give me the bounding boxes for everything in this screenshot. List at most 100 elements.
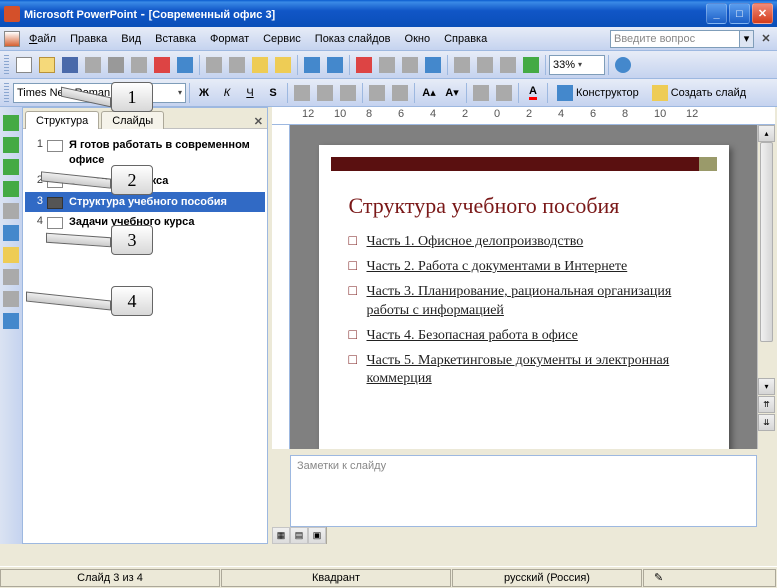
slide-number: 4 xyxy=(27,215,43,227)
scroll-down-button[interactable]: ▾ xyxy=(758,378,775,395)
bullets-button[interactable] xyxy=(389,82,411,104)
spelling-button[interactable] xyxy=(151,54,173,76)
statusbar: Слайд 3 из 4 Квадрант русский (Россия) ✎ xyxy=(0,566,777,588)
numbering-button[interactable] xyxy=(366,82,388,104)
menu-edit[interactable]: Правка xyxy=(63,31,114,47)
collapse-icon[interactable] xyxy=(3,203,19,219)
callout-2: 2 xyxy=(111,165,153,195)
callout-4: 4 xyxy=(111,286,153,316)
align-right-button[interactable] xyxy=(337,82,359,104)
undo-button[interactable] xyxy=(301,54,323,76)
slideshow-view-button[interactable]: ▣ xyxy=(308,527,326,544)
normal-view-button[interactable]: ▦ xyxy=(272,527,290,544)
minimize-button[interactable]: _ xyxy=(706,3,727,24)
slide-canvas[interactable]: Структура учебного пособия Часть 1. Офис… xyxy=(290,125,757,449)
slide[interactable]: Структура учебного пособия Часть 1. Офис… xyxy=(319,145,729,449)
menu-help[interactable]: Справка xyxy=(437,31,494,47)
tab-slides[interactable]: Слайды xyxy=(101,111,164,129)
move-down-icon[interactable] xyxy=(3,181,19,197)
increase-font-button[interactable]: A▴ xyxy=(418,82,440,104)
align-center-button[interactable] xyxy=(314,82,336,104)
slide-title[interactable]: Структура учебного пособия xyxy=(349,193,699,219)
bullet-item[interactable]: Часть 1. Офисное делопроизводство xyxy=(349,233,699,251)
bullet-item[interactable]: Часть 2. Работа с документами в Интернет… xyxy=(349,258,699,276)
research-button[interactable] xyxy=(174,54,196,76)
grid-button[interactable] xyxy=(497,54,519,76)
show-formatting-button[interactable] xyxy=(474,54,496,76)
font-color-button[interactable]: A xyxy=(522,82,544,104)
underline-button[interactable]: Ч xyxy=(239,82,261,104)
maximize-button[interactable]: □ xyxy=(729,3,750,24)
menu-window[interactable]: Окно xyxy=(398,31,438,47)
copy-button[interactable] xyxy=(226,54,248,76)
align-left-button[interactable] xyxy=(291,82,313,104)
scroll-up-button[interactable]: ▴ xyxy=(758,125,775,142)
expand-button[interactable] xyxy=(451,54,473,76)
summary-slide-icon[interactable] xyxy=(3,291,19,307)
zoom-dropdown[interactable]: 33%▾ xyxy=(549,55,605,75)
help-button[interactable] xyxy=(612,54,634,76)
decrease-indent-button[interactable] xyxy=(470,82,492,104)
close-button[interactable]: ✕ xyxy=(752,3,773,24)
bullet-item[interactable]: Часть 4. Безопасная работа в офисе xyxy=(349,327,699,345)
open-button[interactable] xyxy=(36,54,58,76)
expand-all-icon[interactable] xyxy=(3,269,19,285)
menu-view[interactable]: Вид xyxy=(114,31,148,47)
mdi-close-button[interactable]: ✕ xyxy=(759,32,773,46)
tab-structure[interactable]: Структура xyxy=(25,111,99,129)
show-formatting-icon[interactable] xyxy=(3,313,19,329)
hyperlink-button[interactable] xyxy=(422,54,444,76)
save-button[interactable] xyxy=(59,54,81,76)
prev-slide-button[interactable]: ⇈ xyxy=(758,396,775,413)
help-search-input[interactable]: Введите вопрос xyxy=(610,30,740,48)
help-search-dropdown[interactable]: ▾ xyxy=(740,30,754,48)
toolbar-grip[interactable] xyxy=(4,55,9,75)
cut-button[interactable] xyxy=(203,54,225,76)
bullet-item[interactable]: Часть 5. Маркетинговые документы и элект… xyxy=(349,352,699,388)
new-button[interactable] xyxy=(13,54,35,76)
move-up-icon[interactable] xyxy=(3,159,19,175)
format-painter-button[interactable] xyxy=(272,54,294,76)
menu-slideshow[interactable]: Показ слайдов xyxy=(308,31,398,47)
decrease-font-button[interactable]: A▾ xyxy=(441,82,463,104)
increase-indent-button[interactable] xyxy=(493,82,515,104)
print-button[interactable] xyxy=(105,54,127,76)
document-icon[interactable] xyxy=(4,31,20,47)
new-slide-button[interactable]: Создать слайд xyxy=(646,82,752,104)
bottom-bar: ▦ ▤ ▣ xyxy=(272,527,775,544)
notes-pane[interactable]: Заметки к слайду xyxy=(290,455,757,527)
demote-icon[interactable] xyxy=(3,137,19,153)
promote-icon[interactable] xyxy=(3,115,19,131)
preview-button[interactable] xyxy=(128,54,150,76)
scroll-thumb[interactable] xyxy=(760,142,773,342)
chart-button[interactable] xyxy=(353,54,375,76)
bullet-item[interactable]: Часть 3. Планирование, рациональная орга… xyxy=(349,283,699,319)
paste-button[interactable] xyxy=(249,54,271,76)
slide-decoration xyxy=(331,157,717,171)
permission-button[interactable] xyxy=(82,54,104,76)
menu-format[interactable]: Формат xyxy=(203,31,256,47)
menu-insert[interactable]: Вставка xyxy=(148,31,203,47)
redo-button[interactable] xyxy=(324,54,346,76)
menu-service[interactable]: Сервис xyxy=(256,31,308,47)
tables-borders-button[interactable] xyxy=(399,54,421,76)
toolbar-grip[interactable] xyxy=(4,83,9,103)
shadow-button[interactable]: S xyxy=(262,82,284,104)
vertical-scrollbar[interactable]: ▴ ▾ ⇈ ⇊ xyxy=(757,125,775,449)
next-slide-button[interactable]: ⇊ xyxy=(758,414,775,431)
table-button[interactable] xyxy=(376,54,398,76)
expand-icon[interactable] xyxy=(3,225,19,241)
menubar: Файл Правка Вид Вставка Формат Сервис По… xyxy=(0,27,777,51)
sorter-view-button[interactable]: ▤ xyxy=(290,527,308,544)
slide-bullets[interactable]: Часть 1. Офисное делопроизводство Часть … xyxy=(349,233,699,388)
menu-file[interactable]: Файл xyxy=(22,31,63,47)
italic-button[interactable]: К xyxy=(216,82,238,104)
status-language[interactable]: русский (Россия) xyxy=(452,569,642,587)
color-button[interactable] xyxy=(520,54,542,76)
status-spell-icon[interactable]: ✎ xyxy=(643,569,776,587)
slide-number: 3 xyxy=(27,195,43,207)
collapse-all-icon[interactable] xyxy=(3,247,19,263)
bold-button[interactable]: Ж xyxy=(193,82,215,104)
close-panel-button[interactable]: ✕ xyxy=(254,115,263,128)
design-button[interactable]: Конструктор xyxy=(551,82,645,104)
